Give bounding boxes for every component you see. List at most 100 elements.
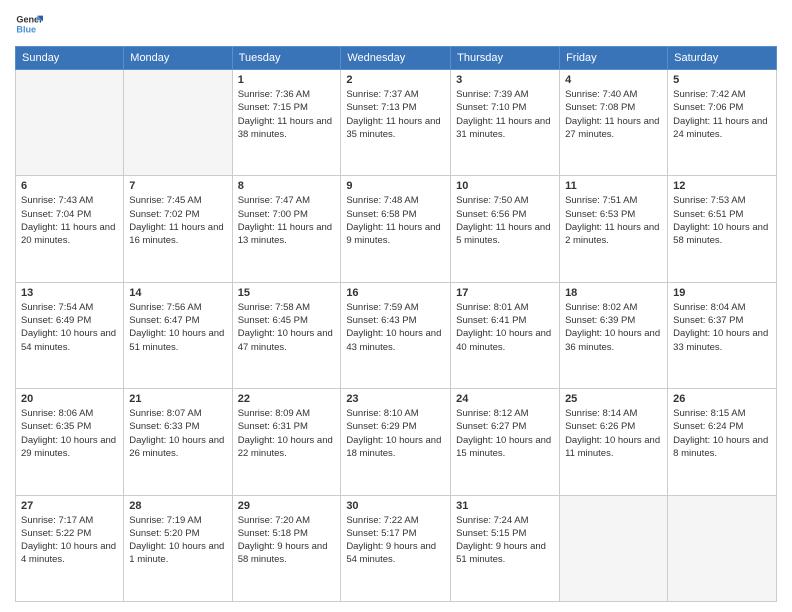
day-info: Sunrise: 7:22 AM Sunset: 5:17 PM Dayligh… <box>346 514 445 567</box>
day-info: Sunrise: 7:48 AM Sunset: 6:58 PM Dayligh… <box>346 194 445 247</box>
calendar-cell: 12Sunrise: 7:53 AM Sunset: 6:51 PM Dayli… <box>668 176 777 282</box>
day-number: 12 <box>673 180 771 192</box>
day-number: 18 <box>565 287 662 299</box>
day-info: Sunrise: 7:20 AM Sunset: 5:18 PM Dayligh… <box>238 514 336 567</box>
day-number: 11 <box>565 180 662 192</box>
day-info: Sunrise: 7:24 AM Sunset: 5:15 PM Dayligh… <box>456 514 554 567</box>
calendar-cell: 31 Sunrise: 7:24 AM Sunset: 5:15 PM Dayli… <box>451 495 560 601</box>
page: General Blue SundayMondayTuesdayWednesda… <box>0 0 792 612</box>
calendar-cell: 25 Sunrise: 8:14 AM Sunset: 6:26 PM Dayli… <box>560 389 668 495</box>
calendar-cell: 11 Sunrise: 7:51 AM Sunset: 6:53 PM Dayli… <box>560 176 668 282</box>
calendar-cell <box>16 70 124 176</box>
logo: General Blue <box>15 10 43 38</box>
day-info: Sunrise: 7:54 AM Sunset: 6:49 PM Dayligh… <box>21 301 118 354</box>
day-number: 29 <box>238 500 336 512</box>
day-info: Sunrise: 7:45 AM Sunset: 7:02 PM Dayligh… <box>129 194 226 247</box>
logo-icon: General Blue <box>15 10 43 38</box>
day-number: 22 <box>238 393 336 405</box>
day-number: 24 <box>456 393 554 405</box>
calendar-cell: 16 Sunrise: 7:59 AM Sunset: 6:43 PM Dayli… <box>341 282 451 388</box>
day-number: 7 <box>129 180 226 192</box>
calendar-cell: 8Sunrise: 7:47 AM Sunset: 7:00 PM Daylig… <box>232 176 341 282</box>
day-info: Sunrise: 8:07 AM Sunset: 6:33 PM Dayligh… <box>129 407 226 460</box>
day-number: 28 <box>129 500 226 512</box>
day-info: Sunrise: 8:14 AM Sunset: 6:26 PM Dayligh… <box>565 407 662 460</box>
day-number: 15 <box>238 287 336 299</box>
calendar-cell: 2 Sunrise: 7:37 AM Sunset: 7:13 PM Daylig… <box>341 70 451 176</box>
calendar-header-thursday: Thursday <box>451 47 560 70</box>
calendar-cell <box>124 70 232 176</box>
calendar-cell: 27 Sunrise: 7:17 AM Sunset: 5:22 PM Dayli… <box>16 495 124 601</box>
day-info: Sunrise: 8:15 AM Sunset: 6:24 PM Dayligh… <box>673 407 771 460</box>
day-info: Sunrise: 7:37 AM Sunset: 7:13 PM Dayligh… <box>346 88 445 141</box>
calendar-cell: 6 Sunrise: 7:43 AM Sunset: 7:04 PM Daylig… <box>16 176 124 282</box>
svg-text:Blue: Blue <box>16 24 36 34</box>
day-number: 14 <box>129 287 226 299</box>
day-info: Sunrise: 7:43 AM Sunset: 7:04 PM Dayligh… <box>21 194 118 247</box>
week-row-1: 6 Sunrise: 7:43 AM Sunset: 7:04 PM Daylig… <box>16 176 777 282</box>
day-info: Sunrise: 8:10 AM Sunset: 6:29 PM Dayligh… <box>346 407 445 460</box>
day-number: 27 <box>21 500 118 512</box>
day-number: 20 <box>21 393 118 405</box>
calendar-header-monday: Monday <box>124 47 232 70</box>
day-info: Sunrise: 8:02 AM Sunset: 6:39 PM Dayligh… <box>565 301 662 354</box>
day-number: 5 <box>673 74 771 86</box>
day-number: 13 <box>21 287 118 299</box>
calendar-header-friday: Friday <box>560 47 668 70</box>
calendar-header-tuesday: Tuesday <box>232 47 341 70</box>
calendar-cell: 17 Sunrise: 8:01 AM Sunset: 6:41 PM Dayli… <box>451 282 560 388</box>
day-info: Sunrise: 7:42 AM Sunset: 7:06 PM Dayligh… <box>673 88 771 141</box>
calendar-cell: 21 Sunrise: 8:07 AM Sunset: 6:33 PM Dayli… <box>124 389 232 495</box>
day-info: Sunrise: 7:59 AM Sunset: 6:43 PM Dayligh… <box>346 301 445 354</box>
week-row-4: 27 Sunrise: 7:17 AM Sunset: 5:22 PM Dayli… <box>16 495 777 601</box>
calendar-header-row: SundayMondayTuesdayWednesdayThursdayFrid… <box>16 47 777 70</box>
calendar-cell: 9 Sunrise: 7:48 AM Sunset: 6:58 PM Daylig… <box>341 176 451 282</box>
week-row-0: 1Sunrise: 7:36 AM Sunset: 7:15 PM Daylig… <box>16 70 777 176</box>
week-row-3: 20 Sunrise: 8:06 AM Sunset: 6:35 PM Dayli… <box>16 389 777 495</box>
calendar-cell: 30Sunrise: 7:22 AM Sunset: 5:17 PM Dayli… <box>341 495 451 601</box>
day-number: 31 <box>456 500 554 512</box>
day-info: Sunrise: 8:09 AM Sunset: 6:31 PM Dayligh… <box>238 407 336 460</box>
day-number: 23 <box>346 393 445 405</box>
calendar-cell: 20 Sunrise: 8:06 AM Sunset: 6:35 PM Dayli… <box>16 389 124 495</box>
day-info: Sunrise: 8:06 AM Sunset: 6:35 PM Dayligh… <box>21 407 118 460</box>
calendar-cell: 19Sunrise: 8:04 AM Sunset: 6:37 PM Dayli… <box>668 282 777 388</box>
day-number: 10 <box>456 180 554 192</box>
day-info: Sunrise: 7:36 AM Sunset: 7:15 PM Dayligh… <box>238 88 336 141</box>
day-number: 21 <box>129 393 226 405</box>
day-info: Sunrise: 7:50 AM Sunset: 6:56 PM Dayligh… <box>456 194 554 247</box>
calendar-cell <box>668 495 777 601</box>
day-info: Sunrise: 7:51 AM Sunset: 6:53 PM Dayligh… <box>565 194 662 247</box>
calendar-header-saturday: Saturday <box>668 47 777 70</box>
day-info: Sunrise: 8:01 AM Sunset: 6:41 PM Dayligh… <box>456 301 554 354</box>
day-number: 2 <box>346 74 445 86</box>
calendar-table: SundayMondayTuesdayWednesdayThursdayFrid… <box>15 46 777 602</box>
calendar-cell: 24Sunrise: 8:12 AM Sunset: 6:27 PM Dayli… <box>451 389 560 495</box>
day-number: 26 <box>673 393 771 405</box>
day-number: 3 <box>456 74 554 86</box>
calendar-header-wednesday: Wednesday <box>341 47 451 70</box>
calendar-cell: 7 Sunrise: 7:45 AM Sunset: 7:02 PM Daylig… <box>124 176 232 282</box>
day-number: 25 <box>565 393 662 405</box>
calendar-cell: 5 Sunrise: 7:42 AM Sunset: 7:06 PM Daylig… <box>668 70 777 176</box>
header: General Blue <box>15 10 777 38</box>
calendar-cell <box>560 495 668 601</box>
day-number: 9 <box>346 180 445 192</box>
day-info: Sunrise: 7:56 AM Sunset: 6:47 PM Dayligh… <box>129 301 226 354</box>
calendar-cell: 4Sunrise: 7:40 AM Sunset: 7:08 PM Daylig… <box>560 70 668 176</box>
calendar-cell: 22 Sunrise: 8:09 AM Sunset: 6:31 PM Dayli… <box>232 389 341 495</box>
day-number: 6 <box>21 180 118 192</box>
calendar-cell: 15 Sunrise: 7:58 AM Sunset: 6:45 PM Dayli… <box>232 282 341 388</box>
calendar-cell: 14 Sunrise: 7:56 AM Sunset: 6:47 PM Dayli… <box>124 282 232 388</box>
calendar-cell: 18 Sunrise: 8:02 AM Sunset: 6:39 PM Dayli… <box>560 282 668 388</box>
day-info: Sunrise: 7:39 AM Sunset: 7:10 PM Dayligh… <box>456 88 554 141</box>
calendar-cell: 28Sunrise: 7:19 AM Sunset: 5:20 PM Dayli… <box>124 495 232 601</box>
day-number: 8 <box>238 180 336 192</box>
day-info: Sunrise: 7:17 AM Sunset: 5:22 PM Dayligh… <box>21 514 118 567</box>
day-number: 16 <box>346 287 445 299</box>
day-number: 17 <box>456 287 554 299</box>
day-number: 4 <box>565 74 662 86</box>
day-info: Sunrise: 7:58 AM Sunset: 6:45 PM Dayligh… <box>238 301 336 354</box>
calendar-cell: 1Sunrise: 7:36 AM Sunset: 7:15 PM Daylig… <box>232 70 341 176</box>
calendar-header-sunday: Sunday <box>16 47 124 70</box>
